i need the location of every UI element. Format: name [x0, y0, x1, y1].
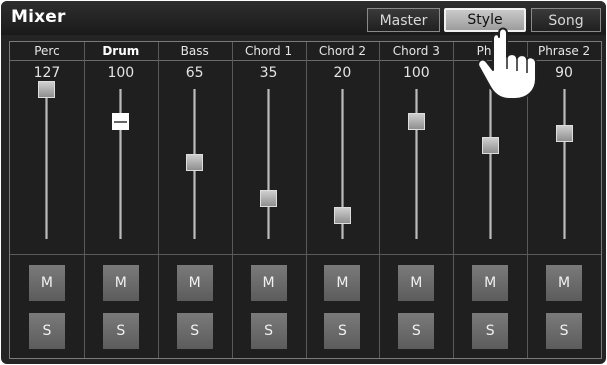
channel-value: 100	[107, 65, 135, 81]
solo-button[interactable]: S	[398, 313, 435, 349]
solo-button[interactable]: S	[324, 313, 361, 349]
hand-pointer-icon	[477, 27, 537, 100]
fader-knob[interactable]	[481, 136, 499, 154]
fader-track[interactable]	[562, 89, 566, 239]
fader-knob[interactable]	[555, 124, 573, 142]
fader-knob[interactable]	[38, 81, 56, 98]
channel-name: Bass	[157, 42, 232, 61]
fader-knob[interactable]	[333, 207, 351, 225]
channel-name: Chord 3	[379, 42, 454, 61]
mute-button[interactable]: M	[398, 265, 435, 301]
fader-knob[interactable]	[260, 189, 278, 207]
channel-name: Chord 2	[305, 42, 380, 61]
fader-track[interactable]	[267, 89, 271, 239]
column-divider	[379, 42, 381, 358]
solo-button[interactable]: S	[28, 313, 65, 349]
page-title: Mixer	[11, 7, 66, 27]
column-divider	[305, 42, 307, 358]
channel-value: 100	[402, 65, 430, 81]
channel-value: 20	[333, 65, 352, 81]
fader-knob[interactable]	[112, 112, 130, 130]
fader-knob[interactable]	[407, 112, 425, 130]
solo-button[interactable]: S	[250, 313, 287, 349]
channel-name: Perc	[10, 42, 84, 61]
mute-button[interactable]: M	[28, 265, 65, 301]
channel-name: Chord 1	[231, 42, 306, 61]
mute-button[interactable]: M	[324, 265, 361, 301]
channel-value: 35	[259, 65, 278, 81]
fader-track[interactable]	[414, 89, 418, 239]
solo-button[interactable]: S	[546, 313, 583, 349]
fader-track[interactable]	[45, 89, 49, 239]
mute-button[interactable]: M	[472, 265, 509, 301]
column-divider	[157, 42, 159, 358]
solo-button[interactable]: S	[176, 313, 213, 349]
column-divider	[453, 42, 455, 358]
tab-master[interactable]: Master	[367, 8, 440, 32]
solo-button[interactable]: S	[472, 313, 509, 349]
channel-value: 65	[185, 65, 204, 81]
column-divider	[231, 42, 233, 358]
solo-button[interactable]: S	[102, 313, 139, 349]
mute-button[interactable]: M	[546, 265, 583, 301]
mute-button[interactable]: M	[102, 265, 139, 301]
fader-knob[interactable]	[186, 154, 204, 172]
column-divider	[83, 42, 85, 358]
fader-track[interactable]	[488, 89, 492, 239]
mixer-screen: Mixer Master Style Song Perc 127 M S Drum 100…	[1, 1, 606, 364]
mute-button[interactable]: M	[250, 265, 287, 301]
channel-value: 127	[33, 65, 61, 81]
channel-name: Drum	[83, 42, 158, 61]
mute-button[interactable]: M	[176, 265, 213, 301]
section-divider	[10, 254, 601, 255]
fader-track[interactable]	[119, 89, 123, 239]
